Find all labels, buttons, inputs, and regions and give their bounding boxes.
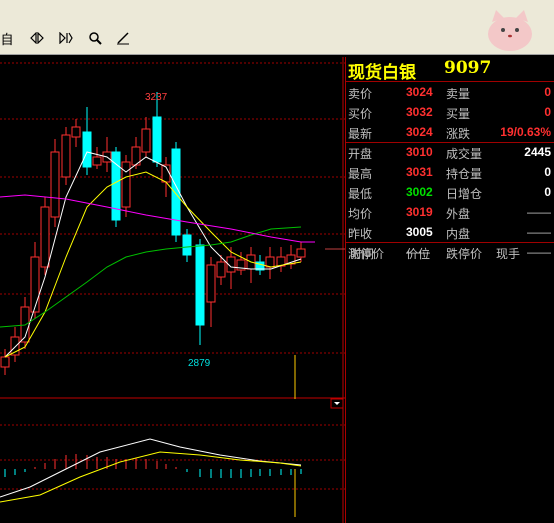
candle-body xyxy=(296,248,306,258)
price-header: 价位 xyxy=(406,247,431,261)
quote-row: 卖价 3024 卖量 0 xyxy=(346,82,554,102)
row-label: 卖价 xyxy=(348,87,373,101)
quote-title-bar: 现货白银 9097 xyxy=(346,57,554,83)
row-label-2: 内盘 xyxy=(446,227,471,241)
row-value-2: 0 xyxy=(544,85,551,99)
candle-body xyxy=(71,126,81,138)
row-value: 3010 xyxy=(406,145,433,159)
candle-body xyxy=(182,234,192,256)
candle-body xyxy=(206,264,216,303)
candle-body xyxy=(265,256,275,268)
candle-body xyxy=(121,161,131,208)
trade-header: 时间 价位 现手 xyxy=(346,243,554,261)
quote-panel: 现货白银 9097 卖价 3024 卖量 0 买价 3032 买量 0 最新 3024 涨跌 19/0… xyxy=(345,57,554,523)
quote-row: 最新 3024 涨跌 19/0.63% xyxy=(346,122,554,142)
toolbar: 自 xyxy=(0,0,554,55)
instrument-name: 现货白银 xyxy=(348,63,416,83)
row-value-2: —— xyxy=(527,205,551,219)
row-value-2: 2445 xyxy=(524,145,551,159)
pen-icon[interactable] xyxy=(114,28,132,48)
row-value: 3024 xyxy=(406,85,433,99)
candle-body xyxy=(216,261,226,278)
candle-body xyxy=(82,131,92,168)
row-label-2: 持仓量 xyxy=(446,167,483,181)
kline-svg: 3237 2879 xyxy=(0,57,345,523)
row-label: 开盘 xyxy=(348,147,373,161)
candle-body xyxy=(40,206,50,268)
row-value-2: 0 xyxy=(544,105,551,119)
row-value: 3019 xyxy=(406,205,433,219)
search-icon[interactable] xyxy=(86,28,104,48)
instrument-code: 9097 xyxy=(444,58,492,78)
step-nav-icon[interactable] xyxy=(57,28,75,48)
low-price-label: 2879 xyxy=(188,358,211,369)
time-header: 时间 xyxy=(350,247,375,261)
kline-chart[interactable]: 3237 2879 xyxy=(0,57,345,523)
candle-body xyxy=(61,134,71,178)
quote-row: 买价 3032 买量 0 xyxy=(346,102,554,122)
row-value: 3024 xyxy=(406,125,433,139)
row-label-2: 涨跌 xyxy=(446,127,471,141)
row-value: 3005 xyxy=(406,225,433,239)
stat-row: 最高 3031 持仓量 0 xyxy=(346,162,554,182)
diamond-nav-icon[interactable] xyxy=(28,28,46,48)
row-value: 3002 xyxy=(406,185,433,199)
stat-row: 均价 3019 外盘 —— xyxy=(346,202,554,222)
candle-body xyxy=(141,128,151,153)
row-label-2: 卖量 xyxy=(446,87,471,101)
candle-body xyxy=(195,244,205,326)
row-label-2: 外盘 xyxy=(446,207,471,221)
row-label: 昨收 xyxy=(348,227,373,241)
candle-body xyxy=(152,116,162,163)
volume-header: 现手 xyxy=(496,247,521,261)
row-label-2: 日增仓 xyxy=(446,187,483,201)
candle-body xyxy=(92,156,102,166)
row-label: 均价 xyxy=(348,207,373,221)
candle-body xyxy=(50,151,60,218)
auto-button[interactable]: 自 xyxy=(0,28,14,48)
row-value: 3031 xyxy=(406,165,433,179)
row-label: 买价 xyxy=(348,107,373,121)
row-value-2: —— xyxy=(527,225,551,239)
high-price-label: 3237 xyxy=(145,92,168,103)
row-label: 最高 xyxy=(348,167,373,181)
stat-row: 昨收 3005 内盘 —— xyxy=(346,222,554,242)
stat-row: 最低 3002 日增仓 0 xyxy=(346,182,554,202)
row-value: 3032 xyxy=(406,105,433,119)
stat-row: 开盘 3010 成交量 2445 xyxy=(346,142,554,162)
row-label: 最新 xyxy=(348,127,373,141)
row-label-2: 买量 xyxy=(446,107,471,121)
row-value-2: 19/0.63% xyxy=(500,125,551,139)
row-value-2: 0 xyxy=(544,165,551,179)
row-label: 最低 xyxy=(348,187,373,201)
candle-body xyxy=(0,356,10,368)
cat-mascot-icon xyxy=(480,4,540,52)
row-value-2: 0 xyxy=(544,185,551,199)
candle-body xyxy=(30,256,40,313)
row-label-2: 成交量 xyxy=(446,147,483,161)
